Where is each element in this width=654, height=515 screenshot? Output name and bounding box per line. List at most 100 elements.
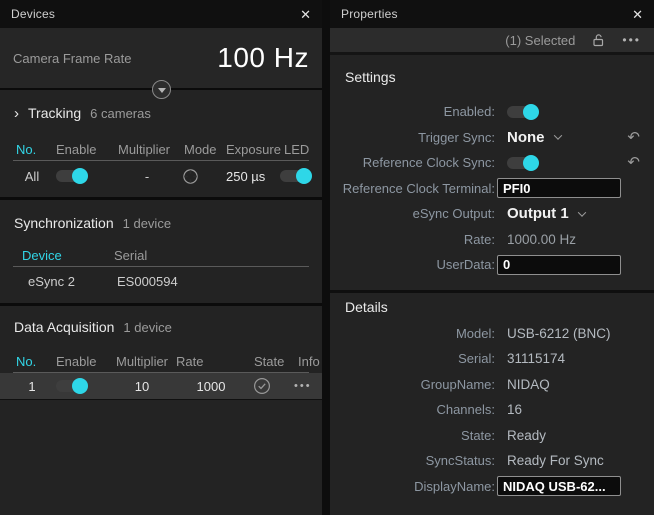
triangle-down-icon (158, 88, 166, 93)
tracking-title: Tracking (28, 105, 81, 121)
data-acquisition-section: Data Acquisition 1 device No. Enable Mul… (0, 306, 322, 400)
tracking-section: › Tracking 6 cameras No. Enable Multipli… (0, 90, 322, 200)
cell-multiplier: - (145, 169, 149, 184)
settings-heading: Settings (330, 69, 654, 87)
daq-table-header: No. Enable Multiplier Rate State Info (0, 350, 322, 372)
tracking-header[interactable]: › Tracking 6 cameras (0, 102, 322, 124)
col-rate[interactable]: Rate (172, 354, 250, 369)
sync-table-header: Device Serial (0, 244, 322, 266)
data-acquisition-count: 1 device (123, 320, 171, 335)
rate-label: Rate: (330, 232, 495, 247)
state-label: State: (330, 428, 495, 443)
serial-label: Serial: (330, 351, 495, 366)
prop-row-reference-clock-terminal: Reference Clock Terminal: (330, 176, 654, 202)
col-no[interactable]: No. (12, 354, 52, 369)
properties-titlebar: Properties ✕ (330, 0, 654, 28)
col-exposure[interactable]: Exposure (222, 142, 280, 157)
toggle-knob (72, 168, 88, 184)
prop-row-reference-clock-sync: Reference Clock Sync: ↶ (330, 150, 654, 176)
data-acquisition-header[interactable]: Data Acquisition 1 device (0, 316, 322, 338)
prop-row-displayname: DisplayName: (330, 474, 654, 500)
enabled-toggle[interactable] (507, 106, 537, 118)
col-mode[interactable]: Mode (180, 142, 222, 157)
frame-rate-label: Camera Frame Rate (13, 51, 131, 66)
prop-row-trigger-sync: Trigger Sync: None ↶ (330, 125, 654, 151)
cell-device: eSync 2 (22, 274, 110, 289)
daq-row-selected[interactable]: 1 10 1000 ••• (0, 373, 322, 400)
col-no[interactable]: No. (12, 142, 52, 157)
reference-clock-sync-label: Reference Clock Sync: (330, 155, 495, 170)
synchronization-count: 1 device (123, 216, 171, 231)
reference-clock-sync-toggle[interactable] (507, 157, 537, 169)
col-enable[interactable]: Enable (52, 354, 112, 369)
syncstatus-value: Ready For Sync (507, 453, 604, 468)
col-state[interactable]: State (250, 354, 294, 369)
tracking-count: 6 cameras (90, 106, 151, 121)
prop-row-userdata: UserData: (330, 252, 654, 278)
properties-panel-title: Properties (341, 7, 398, 21)
selected-count-label: (1) Selected (505, 33, 575, 48)
rate-value: 1000.00 Hz (507, 232, 576, 247)
prop-row-serial: Serial: 31115174 (330, 346, 654, 372)
displayname-label: DisplayName: (330, 479, 495, 494)
enable-all-toggle[interactable] (56, 170, 86, 182)
col-device[interactable]: Device (22, 248, 110, 263)
unlock-icon[interactable] (592, 33, 605, 47)
revert-icon[interactable]: ↶ (627, 130, 640, 145)
more-options-ellipsis-icon[interactable]: ••• (622, 33, 641, 47)
col-serial[interactable]: Serial (110, 248, 310, 263)
selection-bar: (1) Selected ••• (330, 28, 654, 55)
info-ellipsis-icon[interactable]: ••• (294, 380, 312, 392)
devices-panel: Devices ✕ Camera Frame Rate 100 Hz › Tra… (0, 0, 322, 515)
userdata-input[interactable] (497, 255, 621, 275)
col-info[interactable]: Info (294, 354, 320, 369)
close-icon[interactable]: ✕ (300, 8, 311, 21)
cell-no: 1 (28, 379, 35, 394)
reference-clock-terminal-label: Reference Clock Terminal: (330, 181, 495, 196)
sync-row[interactable]: eSync 2 ES000594 (0, 267, 322, 295)
frame-rate-value[interactable]: 100 Hz (217, 42, 309, 74)
led-toggle[interactable] (280, 170, 310, 182)
cell-serial: ES000594 (110, 274, 310, 289)
model-label: Model: (330, 326, 495, 341)
chevron-down-icon (577, 208, 585, 216)
groupname-label: GroupName: (330, 377, 495, 392)
channels-value: 16 (507, 402, 522, 417)
syncstatus-label: SyncStatus: (330, 453, 495, 468)
state-value: Ready (507, 428, 546, 443)
chevron-right-icon[interactable]: › (14, 105, 19, 122)
enable-toggle[interactable] (56, 380, 86, 392)
channels-label: Channels: (330, 402, 495, 417)
camera-frame-rate-section: Camera Frame Rate 100 Hz (0, 28, 322, 90)
close-icon[interactable]: ✕ (632, 8, 643, 21)
prop-row-state: State: Ready (330, 423, 654, 449)
tracking-table-header: No. Enable Multiplier Mode Exposure LED (0, 138, 322, 160)
esync-output-dropdown[interactable]: Output 1 (507, 205, 585, 222)
details-heading: Details (330, 299, 654, 317)
toggle-knob (523, 104, 539, 120)
esync-output-value: Output 1 (507, 205, 569, 222)
reference-clock-terminal-input[interactable] (497, 178, 621, 198)
cell-no: All (25, 169, 39, 184)
mode-reticle-icon[interactable] (180, 168, 222, 185)
col-led[interactable]: LED (280, 142, 310, 157)
col-multiplier[interactable]: Multiplier (112, 354, 172, 369)
chevron-down-icon (553, 132, 561, 140)
prop-row-enabled: Enabled: (330, 99, 654, 125)
revert-icon[interactable]: ↶ (627, 155, 640, 170)
groupname-value: NIDAQ (507, 377, 550, 392)
trigger-sync-dropdown[interactable]: None (507, 129, 561, 146)
toggle-knob (72, 378, 88, 394)
toggle-knob (296, 168, 312, 184)
tracking-row-all[interactable]: All - 250 µs (0, 161, 322, 191)
displayname-input[interactable] (497, 476, 621, 496)
expander-button[interactable] (152, 80, 171, 99)
col-multiplier[interactable]: Multiplier (114, 142, 180, 157)
col-enable[interactable]: Enable (52, 142, 114, 157)
toggle-knob (523, 155, 539, 171)
cell-exposure[interactable]: 250 µs (222, 169, 280, 184)
model-value: USB-6212 (BNC) (507, 326, 611, 341)
serial-value: 31115174 (507, 351, 565, 366)
synchronization-header[interactable]: Synchronization 1 device (0, 212, 322, 234)
section-divider (330, 290, 654, 293)
